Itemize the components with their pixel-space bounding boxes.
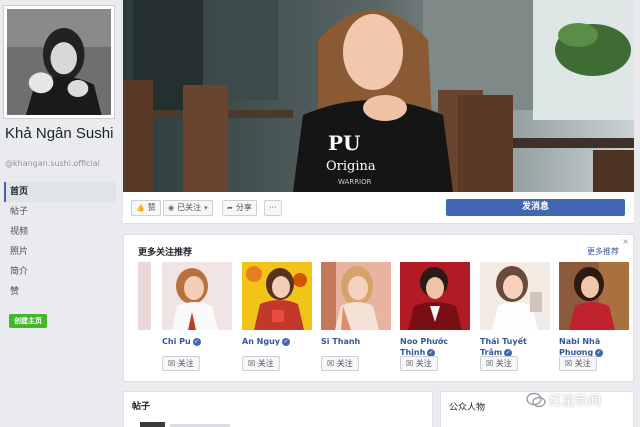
like-label: 赞 bbox=[147, 203, 156, 212]
recommendation-photo bbox=[242, 262, 312, 330]
recommendation-item[interactable]: Chi Pu ✓ bbox=[162, 262, 232, 347]
follow-icon: ☒ bbox=[406, 359, 414, 368]
sidebar-item-home[interactable]: 首页 bbox=[4, 182, 116, 202]
following-button[interactable]: ◉ 已关注 ▾ bbox=[163, 200, 213, 216]
follow-icon: ☒ bbox=[565, 359, 573, 368]
recommendations-card: 更多关注推荐 更多推荐 × Chi Pu ✓ ☒ 关注 An Nguy ✓ ☒ … bbox=[123, 234, 634, 382]
sidebar-item-photos[interactable]: 照片 bbox=[4, 242, 116, 262]
follow-button[interactable]: ☒ 关注 bbox=[480, 356, 518, 371]
recommendation-photo bbox=[400, 262, 470, 330]
recommendation-photo bbox=[480, 262, 550, 330]
recommendation-name[interactable]: Chi Pu ✓ bbox=[162, 336, 232, 347]
follow-button[interactable]: ☒ 关注 bbox=[559, 356, 597, 371]
recommendation-name[interactable]: An Nguy ✓ bbox=[242, 336, 312, 347]
sidebar-nav: 首页 帖子 视频 照片 简介 赞 bbox=[4, 182, 116, 302]
recommendations-title: 更多关注推荐 bbox=[138, 248, 193, 258]
sidebar-item-about[interactable]: 简介 bbox=[4, 262, 116, 282]
recommendation-photo bbox=[321, 262, 391, 330]
verified-badge-icon: ✓ bbox=[192, 337, 201, 346]
follow-button[interactable]: ☒ 关注 bbox=[321, 356, 359, 371]
follow-icon: ☒ bbox=[486, 359, 494, 368]
verified-badge-icon: ✓ bbox=[595, 348, 604, 357]
more-recommendations-link[interactable]: 更多推荐 bbox=[587, 246, 619, 257]
previous-photo-strip[interactable] bbox=[138, 262, 151, 330]
chat-bubble-icon bbox=[526, 392, 546, 407]
close-icon[interactable]: × bbox=[622, 237, 629, 246]
more-options-button[interactable]: ··· bbox=[264, 200, 282, 216]
create-page-button[interactable]: 创建主页 bbox=[9, 314, 47, 328]
sidebar-item-videos[interactable]: 视频 bbox=[4, 222, 116, 242]
cover-image: PU Origina WARRIOR bbox=[123, 0, 634, 192]
rss-icon: ◉ bbox=[168, 204, 175, 212]
posts-title: 帖子 bbox=[132, 402, 151, 412]
recommendation-name[interactable]: Nabi Nhã Phương ✓ bbox=[559, 336, 629, 358]
follow-button[interactable]: ☒ 关注 bbox=[162, 356, 200, 371]
thumbs-up-icon: 👍 bbox=[136, 204, 145, 212]
follow-icon: ☒ bbox=[248, 359, 256, 368]
share-label: 分享 bbox=[235, 203, 252, 212]
following-label: 已关注 bbox=[177, 203, 202, 212]
send-message-button[interactable]: 发消息 bbox=[446, 199, 625, 216]
profile-picture[interactable] bbox=[4, 6, 114, 118]
sidebar-item-likes[interactable]: 赞 bbox=[4, 282, 116, 302]
sweater-text-3: WARRIOR bbox=[338, 178, 372, 186]
follow-icon: ☒ bbox=[168, 359, 176, 368]
follow-button[interactable]: ☒ 关注 bbox=[400, 356, 438, 371]
post-thumbnail[interactable] bbox=[140, 422, 165, 427]
recommendation-name[interactable]: Sĩ Thanh bbox=[321, 336, 391, 347]
recommendation-item[interactable]: Noo Phước Thịnh ✓ bbox=[400, 262, 470, 358]
watermark: 红星新闻 bbox=[526, 390, 601, 409]
watermark-text: 红星新闻 bbox=[549, 394, 602, 409]
recommendation-name[interactable]: Noo Phước Thịnh ✓ bbox=[400, 336, 470, 358]
recommendation-photo bbox=[162, 262, 232, 330]
page-name[interactable]: Khả Ngân Sushi bbox=[5, 126, 117, 142]
follow-button[interactable]: ☒ 关注 bbox=[242, 356, 280, 371]
recommendation-photo bbox=[559, 262, 629, 330]
cover-photo[interactable]: PU Origina WARRIOR bbox=[123, 0, 634, 192]
posts-section: 帖子 bbox=[123, 391, 433, 427]
sweater-text-2: Origina bbox=[326, 159, 376, 174]
follow-icon: ☒ bbox=[327, 359, 335, 368]
verified-badge-icon: ✓ bbox=[282, 337, 291, 346]
recommendation-item[interactable]: Nabi Nhã Phương ✓ bbox=[559, 262, 629, 358]
recommendation-item[interactable]: An Nguy ✓ bbox=[242, 262, 312, 347]
sweater-text: PU bbox=[328, 131, 360, 155]
sidebar-item-posts[interactable]: 帖子 bbox=[4, 202, 116, 222]
recommendation-item[interactable]: Sĩ Thanh bbox=[321, 262, 391, 347]
share-button[interactable]: ➦ 分享 bbox=[222, 200, 257, 216]
profile-photo bbox=[7, 9, 111, 115]
share-arrow-icon: ➦ bbox=[227, 204, 233, 212]
page-handle: @khangan.sushi.official bbox=[5, 159, 100, 168]
category-label[interactable]: 公众人物 bbox=[449, 400, 485, 413]
like-button[interactable]: 👍 赞 bbox=[131, 200, 161, 216]
chevron-down-icon: ▾ bbox=[204, 204, 208, 212]
recommendation-name[interactable]: Thái Tuyết Trâm ✓ bbox=[480, 336, 550, 358]
recommendation-item[interactable]: Thái Tuyết Trâm ✓ bbox=[480, 262, 550, 358]
page-action-bar: 👍 赞 ◉ 已关注 ▾ ➦ 分享 ··· 发消息 bbox=[123, 192, 634, 224]
